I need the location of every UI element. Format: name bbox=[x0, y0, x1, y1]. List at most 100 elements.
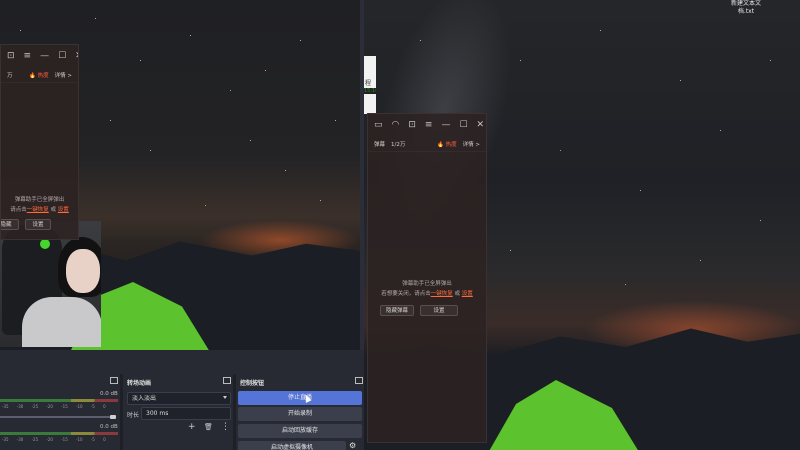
star bbox=[560, 150, 561, 151]
danmaku-panel-left[interactable]: ⊡ ≡ — ☐ ✕ 万 🔥 热度 详情 > 弹幕助手已全屏弹出 请点击一键恢复 … bbox=[0, 44, 79, 240]
star bbox=[720, 130, 721, 131]
message-line2: 请点击一键恢复 或 设置 bbox=[1, 205, 78, 215]
star bbox=[625, 284, 626, 285]
transition-select[interactable]: 淡入淡出 bbox=[127, 392, 231, 405]
pin-icon[interactable]: ⊡ bbox=[7, 51, 15, 61]
db-readout-1: 0.0 dB bbox=[100, 391, 118, 397]
maximize-icon[interactable]: ☐ bbox=[459, 120, 467, 130]
duration-input[interactable]: 300 ms bbox=[141, 407, 231, 420]
count: 万 bbox=[7, 72, 13, 79]
star bbox=[770, 60, 771, 61]
start-recording-button[interactable]: 开始录制 bbox=[238, 407, 362, 421]
stop-streaming-button[interactable]: 停止直播 bbox=[238, 391, 362, 405]
star bbox=[420, 40, 421, 41]
star bbox=[600, 30, 601, 31]
dock-separator[interactable] bbox=[120, 374, 123, 450]
settings-button[interactable]: 设置 bbox=[25, 219, 51, 230]
dock-separator[interactable] bbox=[233, 374, 236, 450]
hide-button[interactable]: 隐藏 bbox=[1, 219, 19, 230]
person-face bbox=[66, 249, 100, 293]
window-code: 15:16 bbox=[364, 88, 376, 94]
person-body bbox=[22, 297, 101, 347]
gear-icon[interactable]: ⚙ bbox=[349, 441, 356, 450]
chevron-down-icon bbox=[223, 396, 227, 399]
details-link[interactable]: 详情 > bbox=[463, 140, 480, 148]
desktop-file-icon[interactable]: 新建文本文档.txt bbox=[726, 0, 766, 16]
undock-icon[interactable] bbox=[355, 377, 363, 384]
headset-icon[interactable]: ◠ bbox=[392, 120, 400, 130]
details-link[interactable]: 详情 > bbox=[55, 71, 72, 79]
minimize-icon[interactable]: — bbox=[40, 51, 49, 61]
star bbox=[640, 190, 641, 191]
volume-meter-1 bbox=[0, 399, 118, 402]
hide-danmaku-button[interactable]: 隐藏弹幕 bbox=[380, 305, 414, 316]
undock-icon[interactable] bbox=[110, 377, 118, 384]
undock-icon[interactable] bbox=[223, 377, 231, 384]
meter-ticks-2: -35 -30 -25 -20 -15 -10 -5 0 bbox=[2, 437, 106, 442]
star bbox=[300, 40, 301, 41]
transition-selected: 淡入淡出 bbox=[132, 395, 157, 402]
message-mid: 或 bbox=[454, 291, 461, 297]
volume-meter-2 bbox=[0, 432, 118, 435]
star bbox=[95, 18, 96, 19]
controls-header: 控制按钮 bbox=[240, 380, 265, 387]
star bbox=[230, 90, 231, 91]
panel-stats-row: 弹幕 1/2万 🔥 热度 详情 > bbox=[368, 136, 486, 152]
star bbox=[110, 120, 111, 121]
star bbox=[680, 80, 681, 81]
settings-link[interactable]: 设置 bbox=[58, 207, 69, 213]
duration-value: 300 ms bbox=[146, 410, 169, 417]
hot-label: 🔥 热度 bbox=[437, 141, 457, 148]
trash-icon[interactable]: 🗑 bbox=[204, 423, 213, 432]
start-virtual-camera-button[interactable]: 启动虚拟摄像机 bbox=[238, 441, 346, 450]
window-text: 程 bbox=[365, 80, 372, 87]
menu-icon[interactable]: ≡ bbox=[24, 51, 32, 61]
message-prefix: 若想要关闭，请点击 bbox=[381, 291, 431, 297]
start-replay-buffer-button[interactable]: 启动回放缓存 bbox=[238, 424, 362, 438]
star bbox=[285, 170, 286, 171]
tab-danmaku[interactable]: 弹幕 bbox=[374, 140, 385, 148]
star bbox=[20, 30, 21, 31]
maximize-icon[interactable]: ☐ bbox=[58, 51, 66, 61]
star bbox=[250, 140, 251, 141]
star bbox=[520, 60, 521, 61]
close-icon[interactable]: ✕ bbox=[477, 120, 485, 130]
panel-stats-row: 万 🔥 热度 详情 > bbox=[1, 67, 78, 83]
settings-button[interactable]: 设置 bbox=[420, 305, 458, 316]
settings-link[interactable]: 设置 bbox=[462, 291, 473, 297]
pin-icon[interactable]: ⊡ bbox=[408, 120, 416, 130]
count: 1/2万 bbox=[391, 141, 406, 148]
chat-icon[interactable]: ▭ bbox=[374, 120, 383, 130]
panel-titlebar[interactable]: ▭ ◠ ⊡ ≡ — ☐ ✕ bbox=[368, 114, 486, 136]
more-icon[interactable]: ⋮ bbox=[221, 423, 230, 432]
hot-label: 🔥 热度 bbox=[29, 72, 49, 79]
background-window[interactable]: 程 15:16 bbox=[364, 56, 376, 114]
close-icon[interactable]: ✕ bbox=[75, 51, 78, 61]
star bbox=[320, 200, 321, 201]
star bbox=[190, 35, 191, 36]
meter-ticks-1: -35 -30 -25 -20 -15 -10 -5 0 bbox=[2, 404, 106, 409]
minimize-icon[interactable]: — bbox=[441, 120, 450, 130]
add-icon[interactable]: + bbox=[188, 423, 196, 432]
star bbox=[265, 70, 266, 71]
star bbox=[760, 220, 761, 221]
star bbox=[205, 205, 206, 206]
screen: 新建文本文档.txt 程 15:16 bbox=[0, 0, 800, 450]
transition-header: 转场动画 bbox=[127, 380, 152, 387]
panel-titlebar[interactable]: ⊡ ≡ — ☐ ✕ bbox=[1, 45, 78, 67]
restore-link[interactable]: 一键恢复 bbox=[431, 291, 453, 297]
message-prefix: 请点击 bbox=[10, 207, 27, 213]
message-mid: 或 bbox=[50, 207, 57, 213]
star bbox=[150, 150, 151, 151]
danmaku-panel-right[interactable]: ▭ ◠ ⊡ ≡ — ☐ ✕ 弹幕 1/2万 🔥 热度 详情 > 弹幕助手已全屏弹… bbox=[367, 113, 487, 443]
restore-link[interactable]: 一键恢复 bbox=[27, 207, 49, 213]
star bbox=[700, 260, 701, 261]
volume-slider-1[interactable] bbox=[0, 416, 112, 418]
star bbox=[335, 120, 336, 121]
message-line2: 若想要关闭，请点击一键恢复 或 设置 bbox=[368, 289, 486, 299]
desktop-file-label: 新建文本文档.txt bbox=[730, 0, 761, 15]
panel-message: 弹幕助手已全屏弹出 若想要关闭，请点击一键恢复 或 设置 bbox=[368, 279, 486, 299]
menu-icon[interactable]: ≡ bbox=[425, 120, 433, 130]
panel-message: 弹幕助手已全屏弹出 请点击一键恢复 或 设置 bbox=[1, 195, 78, 215]
volume-knob-1[interactable] bbox=[110, 415, 116, 419]
